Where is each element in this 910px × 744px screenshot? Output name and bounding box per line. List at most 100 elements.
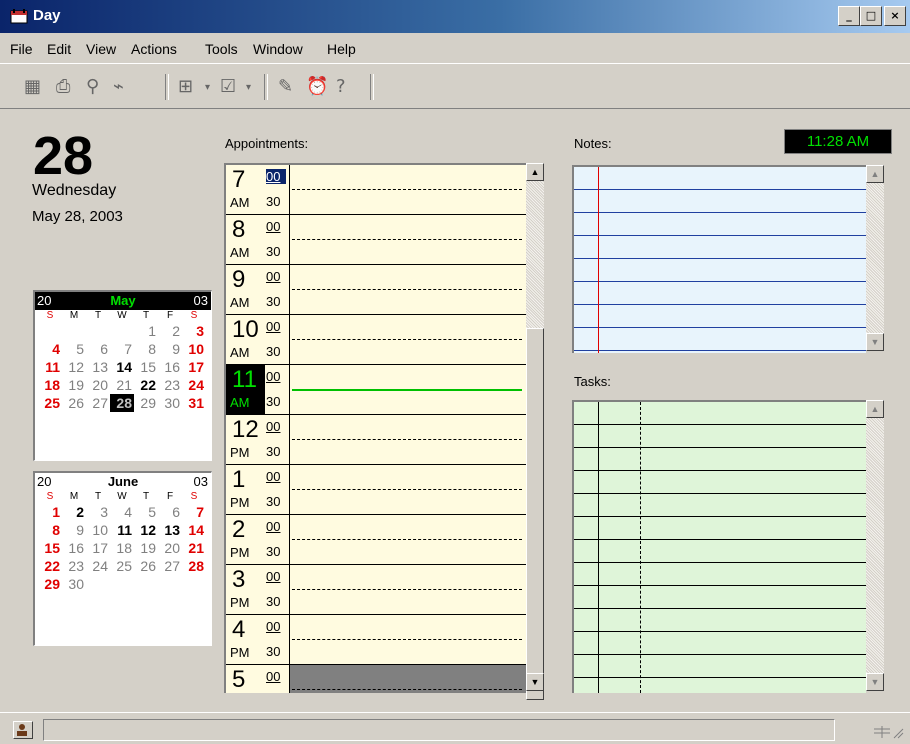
calendar-day[interactable]: 29 (38, 575, 62, 593)
calendar-day[interactable]: 26 (134, 557, 158, 575)
calendar-day[interactable]: 14 (110, 358, 134, 376)
calendar-day[interactable]: 16 (62, 539, 86, 557)
calendar-day[interactable]: 31 (182, 394, 206, 412)
minute-30[interactable]: 30 (266, 344, 280, 359)
menu-view[interactable]: View (86, 41, 116, 57)
properties-icon[interactable]: ▦ (24, 76, 41, 97)
calendar-day[interactable]: 22 (38, 557, 62, 575)
find-icon[interactable]: ⚲ (86, 76, 99, 97)
calendar-day[interactable]: 8 (134, 340, 158, 358)
close-button[interactable]: × (884, 6, 906, 26)
calendar-day[interactable]: 5 (62, 340, 86, 358)
calendar-day[interactable]: 8 (38, 521, 62, 539)
minute-30[interactable]: 30 (266, 494, 280, 509)
calendar-day[interactable]: 24 (86, 557, 110, 575)
minute-30[interactable]: 30 (266, 194, 280, 209)
calendar-day[interactable]: 30 (62, 575, 86, 593)
minimize-button[interactable]: _ (838, 6, 860, 26)
calendar-day[interactable]: 13 (86, 358, 110, 376)
calendar-day[interactable]: 23 (158, 376, 182, 394)
calendar-day[interactable]: 22 (134, 376, 158, 394)
menu-actions[interactable]: Actions (131, 41, 177, 57)
calendar-day[interactable]: 15 (134, 358, 158, 376)
minute-00[interactable]: 00 (266, 569, 286, 584)
calendar-day[interactable]: 2 (62, 503, 86, 521)
resize-grip-icon[interactable] (870, 725, 904, 739)
calendar-day[interactable]: 6 (158, 503, 182, 521)
print-icon[interactable]: ⎙ (56, 76, 70, 97)
calendar-day[interactable]: 20 (158, 539, 182, 557)
hour-row[interactable]: 4 PM 00 30 (226, 615, 526, 665)
scroll-down-button[interactable]: ▼ (866, 333, 884, 351)
help-icon[interactable]: ? (336, 76, 346, 97)
calendar-day[interactable]: 9 (158, 340, 182, 358)
calendar-day[interactable]: 23 (62, 557, 86, 575)
user-icon[interactable] (13, 721, 33, 739)
menu-edit[interactable]: Edit (47, 41, 71, 57)
calendar-day[interactable]: 26 (62, 394, 86, 412)
calendar-day[interactable]: 27 (86, 394, 110, 412)
minute-00[interactable]: 00 (266, 369, 286, 384)
calendar-day[interactable]: 18 (38, 376, 62, 394)
new-task-icon[interactable]: ☑ (220, 76, 236, 97)
minute-00[interactable]: 00 (266, 469, 286, 484)
calendar-day-selected[interactable]: 28 (110, 394, 134, 412)
appointments-scrollbar[interactable]: ▲ ▼ (526, 163, 544, 700)
calendar-day[interactable]: 21 (110, 376, 134, 394)
calendar-day[interactable]: 27 (158, 557, 182, 575)
hour-row[interactable]: 10 AM 00 30 (226, 315, 526, 365)
minute-30[interactable]: 30 (266, 444, 280, 459)
reminder-icon[interactable]: ⏰ (306, 76, 328, 97)
calendar-day[interactable]: 10 (86, 521, 110, 539)
minute-30[interactable]: 30 (266, 594, 280, 609)
scroll-up-button[interactable]: ▲ (866, 400, 884, 418)
scroll-up-button[interactable]: ▲ (526, 163, 544, 181)
notes-scrollbar[interactable]: ▲ ▼ (866, 165, 884, 351)
menu-tools[interactable]: Tools (205, 41, 238, 57)
calendar-day[interactable]: 13 (158, 521, 182, 539)
calendar-day[interactable]: 4 (110, 503, 134, 521)
minute-00[interactable]: 00 (266, 519, 286, 534)
minute-00[interactable]: 00 (266, 169, 286, 184)
calendar-day[interactable]: 6 (86, 340, 110, 358)
calendar-day[interactable]: 5 (134, 503, 158, 521)
menu-file[interactable]: File (10, 41, 33, 57)
tasks-scrollbar[interactable]: ▲ ▼ (866, 400, 884, 691)
calendar-day[interactable]: 12 (62, 358, 86, 376)
hour-row[interactable]: 3 PM 00 30 (226, 565, 526, 615)
calendar-day[interactable]: 9 (62, 521, 86, 539)
minute-30[interactable]: 30 (266, 294, 280, 309)
calendar-day[interactable]: 3 (182, 322, 206, 340)
calendar-day[interactable]: 17 (86, 539, 110, 557)
chevron-down-icon[interactable]: ▾ (246, 82, 251, 93)
hour-row[interactable]: 7 AM 00 30 (226, 165, 526, 215)
calendar-day[interactable]: 25 (110, 557, 134, 575)
new-appointment-icon[interactable]: ⊞ (178, 76, 193, 97)
scroll-thumb[interactable] (526, 328, 544, 700)
calendar-day[interactable]: 7 (110, 340, 134, 358)
calendar-day[interactable]: 12 (134, 521, 158, 539)
calendar-day[interactable]: 7 (182, 503, 206, 521)
hour-row[interactable]: 2 PM 00 30 (226, 515, 526, 565)
calendar-day[interactable]: 28 (182, 557, 206, 575)
minute-30[interactable]: 30 (266, 544, 280, 559)
minute-30[interactable]: 30 (266, 394, 280, 409)
link-icon[interactable]: ⌁ (113, 76, 124, 97)
minute-30[interactable]: 30 (266, 244, 280, 259)
calendar-day[interactable]: 19 (134, 539, 158, 557)
hour-row-current[interactable]: 11 AM 00 30 (226, 365, 526, 415)
minute-00[interactable]: 00 (266, 669, 286, 684)
calendar-day[interactable]: 11 (38, 358, 62, 376)
minute-00[interactable]: 00 (266, 269, 286, 284)
minute-00[interactable]: 00 (266, 319, 286, 334)
calendar-day[interactable]: 21 (182, 539, 206, 557)
calendar-day[interactable]: 25 (38, 394, 62, 412)
hour-row[interactable]: 12 PM 00 30 (226, 415, 526, 465)
hour-row[interactable]: 5 00 (226, 665, 526, 693)
hour-row[interactable]: 1 PM 00 30 (226, 465, 526, 515)
calendar-day[interactable]: 30 (158, 394, 182, 412)
scroll-down-button[interactable]: ▼ (526, 673, 544, 691)
tasks-list[interactable] (572, 400, 866, 693)
calendar-day[interactable]: 11 (110, 521, 134, 539)
minute-00[interactable]: 00 (266, 419, 286, 434)
